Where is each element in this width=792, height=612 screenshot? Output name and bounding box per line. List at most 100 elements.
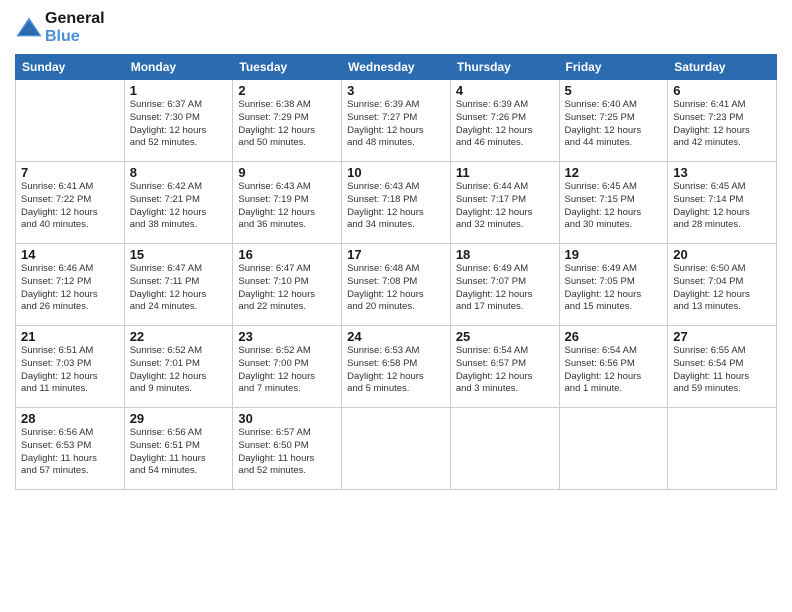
day-number: 27	[673, 329, 771, 344]
calendar-cell: 27Sunrise: 6:55 AM Sunset: 6:54 PM Dayli…	[668, 326, 777, 408]
cell-info: Sunrise: 6:45 AM Sunset: 7:15 PM Dayligh…	[565, 181, 663, 232]
calendar-cell: 28Sunrise: 6:56 AM Sunset: 6:53 PM Dayli…	[16, 408, 125, 490]
calendar-cell: 11Sunrise: 6:44 AM Sunset: 7:17 PM Dayli…	[450, 162, 559, 244]
cell-info: Sunrise: 6:49 AM Sunset: 7:05 PM Dayligh…	[565, 263, 663, 314]
calendar-cell: 15Sunrise: 6:47 AM Sunset: 7:11 PM Dayli…	[124, 244, 233, 326]
day-number: 4	[456, 83, 554, 98]
cell-info: Sunrise: 6:54 AM Sunset: 6:57 PM Dayligh…	[456, 345, 554, 396]
day-number: 20	[673, 247, 771, 262]
day-number: 26	[565, 329, 663, 344]
calendar-cell: 21Sunrise: 6:51 AM Sunset: 7:03 PM Dayli…	[16, 326, 125, 408]
header: General Blue	[15, 10, 777, 46]
cell-info: Sunrise: 6:57 AM Sunset: 6:50 PM Dayligh…	[238, 427, 336, 478]
day-number: 6	[673, 83, 771, 98]
calendar-cell: 18Sunrise: 6:49 AM Sunset: 7:07 PM Dayli…	[450, 244, 559, 326]
cell-info: Sunrise: 6:56 AM Sunset: 6:53 PM Dayligh…	[21, 427, 119, 478]
cell-info: Sunrise: 6:41 AM Sunset: 7:22 PM Dayligh…	[21, 181, 119, 232]
cell-info: Sunrise: 6:51 AM Sunset: 7:03 PM Dayligh…	[21, 345, 119, 396]
cell-info: Sunrise: 6:47 AM Sunset: 7:11 PM Dayligh…	[130, 263, 228, 314]
day-number: 9	[238, 165, 336, 180]
calendar-cell: 20Sunrise: 6:50 AM Sunset: 7:04 PM Dayli…	[668, 244, 777, 326]
day-number: 22	[130, 329, 228, 344]
weekday-header: Wednesday	[342, 55, 451, 80]
calendar-cell: 9Sunrise: 6:43 AM Sunset: 7:19 PM Daylig…	[233, 162, 342, 244]
calendar-cell	[16, 80, 125, 162]
day-number: 25	[456, 329, 554, 344]
calendar-cell: 12Sunrise: 6:45 AM Sunset: 7:15 PM Dayli…	[559, 162, 668, 244]
cell-info: Sunrise: 6:50 AM Sunset: 7:04 PM Dayligh…	[673, 263, 771, 314]
weekday-header: Tuesday	[233, 55, 342, 80]
calendar: SundayMondayTuesdayWednesdayThursdayFrid…	[15, 54, 777, 490]
day-number: 8	[130, 165, 228, 180]
weekday-header: Sunday	[16, 55, 125, 80]
calendar-cell: 10Sunrise: 6:43 AM Sunset: 7:18 PM Dayli…	[342, 162, 451, 244]
cell-info: Sunrise: 6:52 AM Sunset: 7:00 PM Dayligh…	[238, 345, 336, 396]
day-number: 12	[565, 165, 663, 180]
cell-info: Sunrise: 6:38 AM Sunset: 7:29 PM Dayligh…	[238, 99, 336, 150]
cell-info: Sunrise: 6:47 AM Sunset: 7:10 PM Dayligh…	[238, 263, 336, 314]
day-number: 30	[238, 411, 336, 426]
day-number: 13	[673, 165, 771, 180]
day-number: 7	[21, 165, 119, 180]
weekday-header: Saturday	[668, 55, 777, 80]
day-number: 15	[130, 247, 228, 262]
cell-info: Sunrise: 6:40 AM Sunset: 7:25 PM Dayligh…	[565, 99, 663, 150]
calendar-cell: 2Sunrise: 6:38 AM Sunset: 7:29 PM Daylig…	[233, 80, 342, 162]
day-number: 2	[238, 83, 336, 98]
cell-info: Sunrise: 6:45 AM Sunset: 7:14 PM Dayligh…	[673, 181, 771, 232]
calendar-week-row: 14Sunrise: 6:46 AM Sunset: 7:12 PM Dayli…	[16, 244, 777, 326]
cell-info: Sunrise: 6:42 AM Sunset: 7:21 PM Dayligh…	[130, 181, 228, 232]
cell-info: Sunrise: 6:43 AM Sunset: 7:19 PM Dayligh…	[238, 181, 336, 232]
calendar-cell: 8Sunrise: 6:42 AM Sunset: 7:21 PM Daylig…	[124, 162, 233, 244]
calendar-cell: 7Sunrise: 6:41 AM Sunset: 7:22 PM Daylig…	[16, 162, 125, 244]
day-number: 23	[238, 329, 336, 344]
day-number: 3	[347, 83, 445, 98]
calendar-cell	[450, 408, 559, 490]
cell-info: Sunrise: 6:54 AM Sunset: 6:56 PM Dayligh…	[565, 345, 663, 396]
cell-info: Sunrise: 6:53 AM Sunset: 6:58 PM Dayligh…	[347, 345, 445, 396]
weekday-header: Friday	[559, 55, 668, 80]
day-number: 21	[21, 329, 119, 344]
calendar-cell: 29Sunrise: 6:56 AM Sunset: 6:51 PM Dayli…	[124, 408, 233, 490]
cell-info: Sunrise: 6:46 AM Sunset: 7:12 PM Dayligh…	[21, 263, 119, 314]
cell-info: Sunrise: 6:39 AM Sunset: 7:26 PM Dayligh…	[456, 99, 554, 150]
calendar-cell: 24Sunrise: 6:53 AM Sunset: 6:58 PM Dayli…	[342, 326, 451, 408]
calendar-week-row: 28Sunrise: 6:56 AM Sunset: 6:53 PM Dayli…	[16, 408, 777, 490]
calendar-cell: 4Sunrise: 6:39 AM Sunset: 7:26 PM Daylig…	[450, 80, 559, 162]
calendar-cell: 22Sunrise: 6:52 AM Sunset: 7:01 PM Dayli…	[124, 326, 233, 408]
cell-info: Sunrise: 6:55 AM Sunset: 6:54 PM Dayligh…	[673, 345, 771, 396]
calendar-cell: 6Sunrise: 6:41 AM Sunset: 7:23 PM Daylig…	[668, 80, 777, 162]
calendar-cell	[559, 408, 668, 490]
calendar-cell: 13Sunrise: 6:45 AM Sunset: 7:14 PM Dayli…	[668, 162, 777, 244]
day-number: 24	[347, 329, 445, 344]
cell-info: Sunrise: 6:41 AM Sunset: 7:23 PM Dayligh…	[673, 99, 771, 150]
logo-icon	[15, 14, 43, 42]
cell-info: Sunrise: 6:56 AM Sunset: 6:51 PM Dayligh…	[130, 427, 228, 478]
calendar-cell: 5Sunrise: 6:40 AM Sunset: 7:25 PM Daylig…	[559, 80, 668, 162]
day-number: 5	[565, 83, 663, 98]
calendar-cell: 1Sunrise: 6:37 AM Sunset: 7:30 PM Daylig…	[124, 80, 233, 162]
cell-info: Sunrise: 6:39 AM Sunset: 7:27 PM Dayligh…	[347, 99, 445, 150]
weekday-header: Thursday	[450, 55, 559, 80]
calendar-cell	[668, 408, 777, 490]
cell-info: Sunrise: 6:49 AM Sunset: 7:07 PM Dayligh…	[456, 263, 554, 314]
calendar-week-row: 1Sunrise: 6:37 AM Sunset: 7:30 PM Daylig…	[16, 80, 777, 162]
page: General Blue SundayMondayTuesdayWednesda…	[0, 0, 792, 612]
day-number: 29	[130, 411, 228, 426]
logo-text: General Blue	[45, 10, 105, 46]
day-number: 28	[21, 411, 119, 426]
calendar-cell: 19Sunrise: 6:49 AM Sunset: 7:05 PM Dayli…	[559, 244, 668, 326]
calendar-week-row: 7Sunrise: 6:41 AM Sunset: 7:22 PM Daylig…	[16, 162, 777, 244]
calendar-cell: 25Sunrise: 6:54 AM Sunset: 6:57 PM Dayli…	[450, 326, 559, 408]
logo: General Blue	[15, 10, 105, 46]
cell-info: Sunrise: 6:37 AM Sunset: 7:30 PM Dayligh…	[130, 99, 228, 150]
day-number: 10	[347, 165, 445, 180]
calendar-cell: 23Sunrise: 6:52 AM Sunset: 7:00 PM Dayli…	[233, 326, 342, 408]
calendar-cell	[342, 408, 451, 490]
calendar-week-row: 21Sunrise: 6:51 AM Sunset: 7:03 PM Dayli…	[16, 326, 777, 408]
day-number: 17	[347, 247, 445, 262]
day-number: 16	[238, 247, 336, 262]
calendar-cell: 17Sunrise: 6:48 AM Sunset: 7:08 PM Dayli…	[342, 244, 451, 326]
calendar-cell: 26Sunrise: 6:54 AM Sunset: 6:56 PM Dayli…	[559, 326, 668, 408]
cell-info: Sunrise: 6:44 AM Sunset: 7:17 PM Dayligh…	[456, 181, 554, 232]
